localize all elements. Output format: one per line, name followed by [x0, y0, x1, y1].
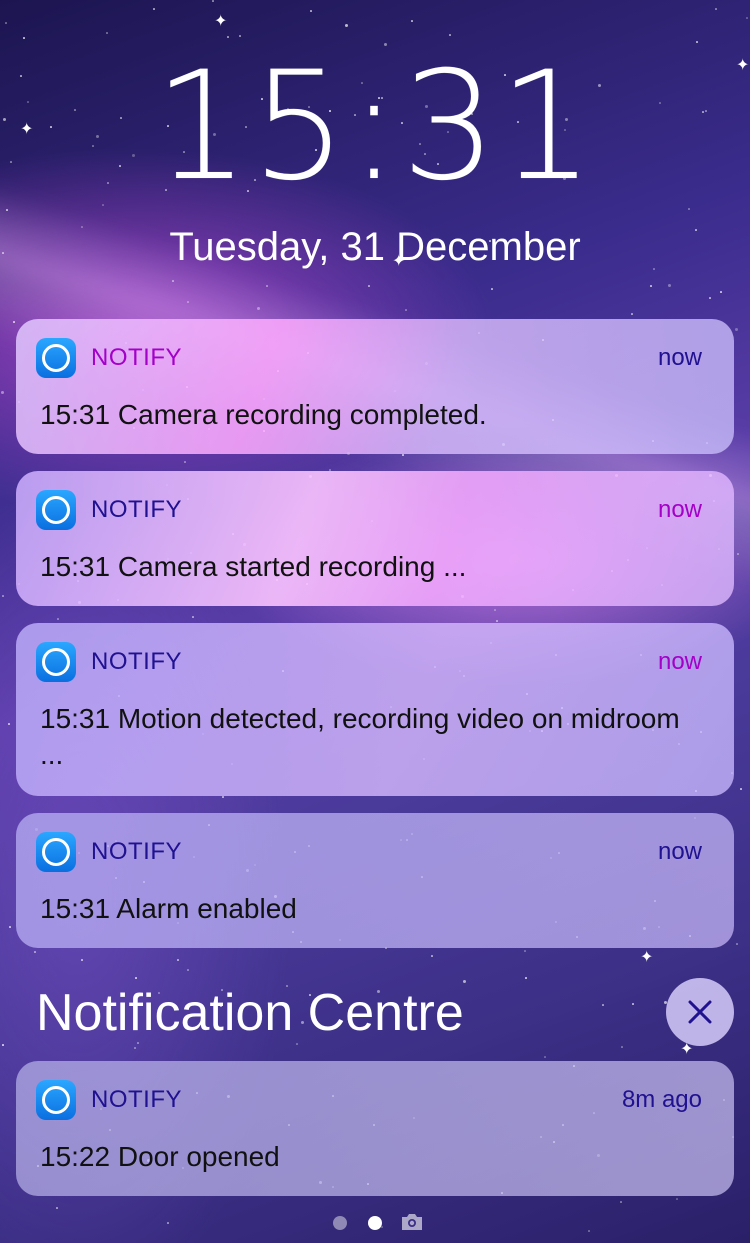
star: [602, 1004, 604, 1006]
star: [496, 620, 498, 622]
star: [153, 8, 155, 10]
star: [227, 36, 229, 38]
star: [102, 204, 104, 206]
star: [192, 616, 194, 618]
star: [715, 8, 717, 10]
lock-screen-clock: 15:31: [153, 40, 597, 214]
star: [525, 977, 527, 979]
notification-time: now: [657, 344, 702, 371]
star: [494, 609, 496, 611]
notify-app-icon: [36, 832, 76, 872]
star: [13, 321, 15, 323]
notification-card[interactable]: NOTIFY now 15:31 Alarm enabled: [16, 813, 734, 948]
star: [621, 1046, 623, 1048]
notification-time: now: [657, 648, 702, 675]
star: [257, 307, 260, 310]
notification-message: 15:31 Camera recording completed.: [40, 399, 487, 430]
star: [402, 454, 404, 456]
star: [632, 1003, 634, 1005]
star: [57, 618, 59, 620]
notification-message: 15:31 Alarm enabled: [40, 893, 297, 924]
notification-message: 15:22 Door opened: [40, 1141, 280, 1172]
camera-icon[interactable]: [400, 1212, 424, 1232]
star: [620, 1201, 622, 1203]
notify-app-icon: [36, 1080, 76, 1120]
star: [212, 0, 214, 2]
star: [187, 969, 189, 971]
star: [310, 10, 312, 12]
notification-card[interactable]: NOTIFY now 15:31 Camera recording comple…: [16, 319, 734, 454]
sparkle: ✦: [214, 13, 228, 30]
star: [524, 950, 526, 952]
star: [81, 959, 83, 961]
star: [239, 35, 241, 37]
page-indicator[interactable]: [0, 1212, 750, 1232]
star: [631, 313, 633, 315]
notification-centre-title: Notification Centre: [36, 984, 464, 1042]
star: [23, 37, 25, 39]
notification-centre-card[interactable]: NOTIFY 8m ago 15:22 Door opened: [16, 1061, 734, 1196]
notification-app-name: NOTIFY: [91, 344, 182, 371]
notify-app-icon: [36, 490, 76, 530]
star: [746, 17, 748, 19]
page-dot[interactable]: [333, 1216, 347, 1230]
star: [9, 926, 11, 928]
star: [106, 32, 108, 34]
sparkle: ✦: [640, 949, 654, 966]
star: [296, 1043, 298, 1045]
star: [491, 288, 493, 290]
star: [449, 34, 451, 36]
star: [688, 208, 690, 210]
notify-app-icon: [36, 338, 76, 378]
star: [1, 391, 4, 394]
star: [668, 284, 671, 287]
star: [134, 1047, 136, 1049]
star: [5, 22, 7, 24]
notification-time: now: [657, 496, 702, 523]
notification-time: now: [657, 838, 702, 865]
notification-app-name: NOTIFY: [91, 496, 182, 523]
star: [266, 285, 268, 287]
star: [56, 1207, 58, 1209]
star: [6, 209, 8, 211]
notify-app-icon: [36, 642, 76, 682]
star: [172, 280, 174, 282]
close-icon: [688, 1000, 712, 1024]
star: [222, 796, 224, 798]
notification-time: 8m ago: [621, 1086, 702, 1113]
star: [8, 723, 10, 725]
notification-card[interactable]: NOTIFY now 15:31 Camera started recordin…: [16, 471, 734, 606]
star: [34, 951, 36, 953]
page-dot-active[interactable]: [368, 1216, 382, 1230]
star: [676, 1198, 678, 1200]
star: [431, 955, 433, 957]
star: [709, 297, 711, 299]
star: [405, 309, 407, 311]
notification-message: 15:31 Camera started recording ...: [40, 551, 467, 582]
star: [2, 595, 4, 597]
star: [720, 291, 722, 293]
lock-screen-date: Tuesday, 31 December: [169, 225, 581, 269]
star: [411, 20, 413, 22]
star: [2, 1044, 4, 1046]
star: [740, 788, 742, 790]
notification-app-name: NOTIFY: [91, 648, 182, 675]
star: [737, 553, 739, 555]
star: [135, 977, 137, 979]
star: [345, 24, 348, 27]
notification-app-name: NOTIFY: [91, 1086, 182, 1113]
star: [735, 328, 738, 331]
star: [187, 301, 189, 303]
star: [696, 41, 698, 43]
star: [544, 1056, 546, 1058]
star: [650, 285, 652, 287]
notification-app-name: NOTIFY: [91, 838, 182, 865]
notification-card[interactable]: NOTIFY now 15:31 Motion detected, record…: [16, 623, 734, 796]
notification-message: 15:31 Motion detected, recording video o…: [40, 703, 680, 770]
star: [177, 959, 179, 961]
star: [368, 285, 370, 287]
clear-notifications-button[interactable]: [666, 978, 734, 1046]
star: [184, 461, 186, 463]
star: [736, 943, 738, 945]
